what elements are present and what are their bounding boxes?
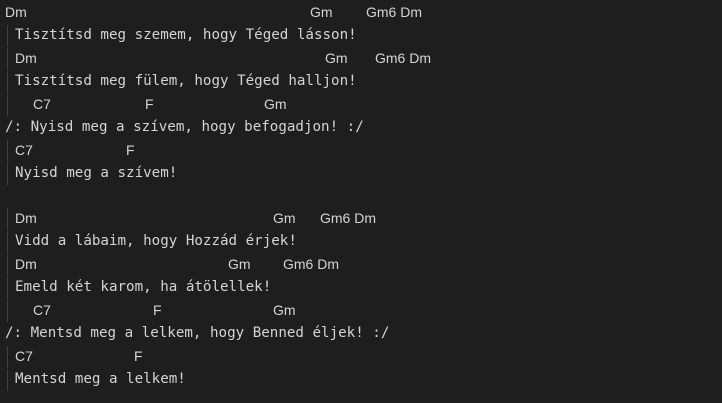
chord: F — [134, 348, 143, 364]
indent-guide — [7, 208, 8, 230]
lyric-line: Tisztítsd meg szemem, hogy Téged lásson! — [0, 25, 722, 47]
chord-line: Dm Gm Gm6 Dm — [0, 208, 722, 230]
chord: Dm — [5, 4, 27, 20]
chord: Gm — [273, 210, 296, 226]
indent-guide — [7, 71, 8, 93]
lyric-text: /: Nyisd meg a szívem, hogy befogadjon! … — [5, 119, 364, 135]
chord: F — [153, 302, 162, 318]
lyric-line: /: Nyisd meg a szívem, hogy befogadjon! … — [0, 117, 722, 139]
lyric-text: Emeld két karom, ha átölellek! — [15, 279, 272, 295]
indent-guide — [7, 231, 8, 253]
lyric-text: Tisztítsd meg szemem, hogy Téged lásson! — [15, 27, 357, 43]
chord: Gm — [264, 96, 287, 112]
lyric-line: Nyisd meg a szívem! — [0, 163, 722, 185]
chord: Gm6 Dm — [375, 50, 431, 66]
chord: Gm — [228, 256, 251, 272]
indent-guide — [7, 254, 8, 276]
indent-guide — [7, 277, 8, 299]
indent-guide — [7, 94, 8, 116]
indent-guide — [7, 25, 8, 47]
chord-line: C7 F Gm — [0, 300, 722, 322]
chord: Gm — [310, 4, 333, 20]
indent-guide — [7, 369, 8, 391]
text-editor[interactable]: Dm Gm Gm6 Dm Tisztítsd meg szemem, hogy … — [0, 0, 722, 403]
chord: C7 — [15, 142, 33, 158]
chord-line: C7 F Gm — [0, 94, 722, 116]
chord: Gm6 Dm — [283, 256, 339, 272]
indent-guide — [7, 163, 8, 185]
lyric-line: Tisztítsd meg fülem, hogy Téged halljon! — [0, 71, 722, 93]
lyric-line: /: Mentsd meg a lelkem, hogy Benned élje… — [0, 323, 722, 345]
chord: C7 — [33, 302, 51, 318]
chord: F — [145, 96, 154, 112]
chord: F — [126, 142, 135, 158]
lyric-text: Vidd a lábaim, hogy Hozzád érjek! — [15, 233, 297, 249]
indent-guide — [7, 300, 8, 322]
chord-line: Dm Gm Gm6 Dm — [0, 254, 722, 276]
chord-line: C7 F — [0, 346, 722, 368]
indent-guide — [7, 48, 8, 70]
chord: Gm6 Dm — [366, 4, 422, 20]
chord-line: C7 F — [0, 140, 722, 162]
chord: Dm — [15, 50, 37, 66]
indent-guide — [7, 140, 8, 162]
chord-line: Dm Gm Gm6 Dm — [0, 48, 722, 70]
chord: Gm — [325, 50, 348, 66]
chord-line: Dm Gm Gm6 Dm — [0, 2, 722, 24]
chord: Gm6 Dm — [320, 210, 376, 226]
lyric-text: Nyisd meg a szívem! — [15, 165, 178, 181]
lyric-text: Tisztítsd meg fülem, hogy Téged halljon! — [15, 73, 357, 89]
lyric-text: Mentsd meg a lelkem! — [15, 371, 186, 387]
indent-guide — [7, 346, 8, 368]
lyric-line: Vidd a lábaim, hogy Hozzád érjek! — [0, 231, 722, 253]
lyric-text: /: Mentsd meg a lelkem, hogy Benned élje… — [5, 325, 390, 341]
chord: Dm — [15, 210, 37, 226]
chord: C7 — [33, 96, 51, 112]
chord: Gm — [273, 302, 296, 318]
lyric-line: Emeld két karom, ha átölellek! — [0, 277, 722, 299]
chord: C7 — [15, 348, 33, 364]
lyric-line: Mentsd meg a lelkem! — [0, 369, 722, 391]
chord: Dm — [15, 256, 37, 272]
